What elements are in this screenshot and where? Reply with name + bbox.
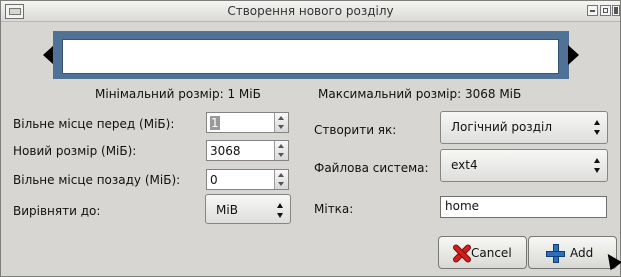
free-before-spinbox[interactable]: 1 [206,112,289,133]
new-size-stepper[interactable] [274,141,288,160]
filesystem-select[interactable]: ext4 [440,149,608,182]
minimum-size-label: Мінімальний розмір: 1 МіБ [95,87,261,101]
select-arrows-icon [276,203,284,218]
select-arrows-icon [593,158,601,173]
maximize-icon[interactable] [600,5,611,16]
filesystem-label: Файлова система: [314,161,429,175]
decrement-arrow-icon[interactable] [278,182,284,186]
align-to-select[interactable]: MiB [205,194,291,224]
free-after-value[interactable]: 0 [210,173,218,187]
create-as-select[interactable]: Логічний розділ [440,111,608,144]
add-button[interactable]: Add [528,236,617,269]
decrement-arrow-icon[interactable] [278,125,284,129]
select-arrows-icon [593,120,601,135]
title-bar[interactable]: Створення нового розділу [1,1,620,22]
free-before-label: Вільне місце перед (МіБ): [13,117,175,131]
close-icon[interactable] [612,5,620,16]
new-size-spinbox[interactable]: 3068 [206,140,289,161]
increment-arrow-icon[interactable] [278,116,284,120]
free-after-label: Вільне місце позаду (МіБ): [13,173,181,187]
create-partition-dialog: Створення нового розділу Мінімальний роз… [0,0,621,277]
partition-size-bar[interactable] [43,31,579,79]
cancel-button[interactable]: Cancel [438,236,527,269]
free-after-stepper[interactable] [274,170,288,189]
partition-bar-frame [53,31,569,79]
add-icon [546,244,565,263]
cancel-button-label: Cancel [471,246,512,260]
partition-bar-space[interactable] [62,39,559,74]
window-title: Створення нового розділу [227,4,394,18]
decrement-arrow-icon[interactable] [278,153,284,157]
new-size-value[interactable]: 3068 [210,144,241,158]
create-as-label: Створити як: [314,123,397,137]
free-before-selected-text: 1 [210,116,220,130]
increment-arrow-icon[interactable] [278,173,284,177]
add-button-label: Add [570,246,594,260]
create-as-value: Логічний розділ [451,120,552,134]
label-input[interactable]: home [440,196,607,218]
new-size-label: Новий розмір (МіБ): [13,144,137,158]
free-after-spinbox[interactable]: 0 [206,169,289,190]
label-label: Мітка: [314,202,354,216]
filesystem-value: ext4 [451,158,478,172]
minimize-icon[interactable] [587,5,598,16]
free-before-stepper[interactable] [274,113,288,132]
maximum-size-label: Максимальний розмір: 3068 МіБ [318,87,522,101]
increment-arrow-icon[interactable] [278,144,284,148]
free-before-value[interactable]: 1 [210,116,220,130]
cancel-icon [452,244,471,263]
align-to-label: Вирівняти до: [13,204,101,218]
align-to-value: MiB [216,203,238,217]
right-resize-arrow-icon[interactable] [568,45,579,65]
